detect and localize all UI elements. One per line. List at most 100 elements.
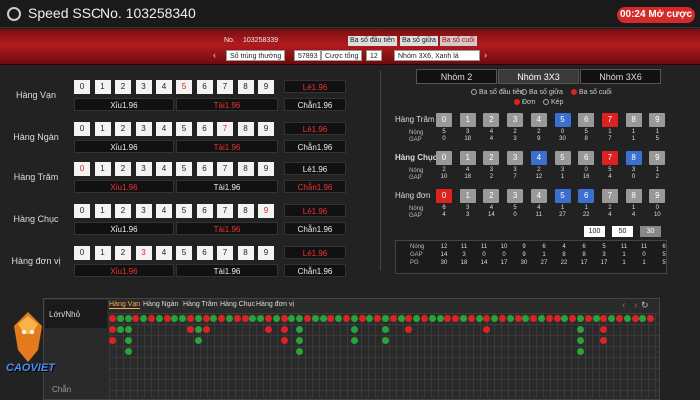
- odd-button[interactable]: Lẻ1.96: [284, 204, 346, 217]
- group-digit-8[interactable]: 8: [625, 113, 642, 127]
- digit-button-7[interactable]: 7: [217, 246, 233, 260]
- small-button[interactable]: Xỉu1.96: [74, 98, 174, 111]
- chevron-left-icon[interactable]: ‹: [213, 50, 216, 60]
- group-digit-5[interactable]: 5: [554, 113, 571, 127]
- group-digit-4[interactable]: 4: [530, 113, 547, 127]
- reload-icon[interactable]: ↻: [641, 300, 649, 311]
- digit-button-1[interactable]: 1: [94, 80, 111, 94]
- digit-button-0[interactable]: 0: [74, 162, 90, 176]
- chevron-right-icon[interactable]: ›: [484, 50, 487, 60]
- tab-hang-chuc[interactable]: Hàng Chục: [220, 301, 255, 308]
- group-digit-1[interactable]: 1: [459, 151, 476, 165]
- group-digit-9[interactable]: 9: [649, 189, 666, 203]
- digit-button-9[interactable]: 9: [258, 162, 274, 176]
- digit-button-1[interactable]: 1: [94, 162, 111, 176]
- digit-button-9[interactable]: 9: [258, 80, 274, 94]
- digit-button-0[interactable]: 0: [74, 122, 90, 136]
- count-100[interactable]: 100: [584, 226, 605, 237]
- digit-button-5[interactable]: 5: [176, 204, 192, 218]
- digit-button-2[interactable]: 2: [115, 246, 131, 260]
- digit-button-2[interactable]: 2: [115, 122, 131, 136]
- digit-button-4[interactable]: 4: [156, 80, 172, 94]
- group-digit-4[interactable]: 4: [530, 151, 547, 165]
- group-digit-6[interactable]: 6: [578, 113, 595, 127]
- digit-button-7[interactable]: 7: [217, 80, 233, 94]
- group-digit-3[interactable]: 3: [507, 151, 524, 165]
- digit-button-4[interactable]: 4: [156, 122, 172, 136]
- option-middle-three[interactable]: Ba số giữa: [521, 89, 563, 96]
- even-button[interactable]: Chẵn1.96: [284, 222, 346, 235]
- digit-button-6[interactable]: 6: [196, 204, 213, 218]
- mode-single[interactable]: Đơn: [514, 99, 536, 106]
- digit-button-4[interactable]: 4: [156, 246, 172, 260]
- digit-button-9[interactable]: 9: [258, 246, 274, 260]
- group-digit-9[interactable]: 9: [649, 113, 666, 127]
- digit-button-8[interactable]: 8: [237, 122, 254, 136]
- even-button[interactable]: Chẵn1.96: [284, 98, 346, 111]
- group-digit-8[interactable]: 8: [625, 151, 642, 165]
- digit-button-0[interactable]: 0: [74, 80, 90, 94]
- group-digit-3[interactable]: 3: [507, 113, 524, 127]
- tab-hang-van[interactable]: Hàng Vạn: [109, 301, 141, 309]
- tab-nhom-2[interactable]: Nhóm 2: [416, 69, 497, 84]
- digit-button-3[interactable]: 3: [135, 122, 152, 136]
- group-digit-7[interactable]: 7: [601, 189, 618, 203]
- small-button[interactable]: Xỉu1.96: [74, 140, 174, 153]
- tab-nhom-3x6[interactable]: Nhóm 3X6: [580, 69, 661, 84]
- tab-hang-ngan[interactable]: Hàng Ngàn: [143, 301, 178, 308]
- chip-first-three[interactable]: Ba số đầu tiên: [348, 36, 397, 46]
- chip-middle-three[interactable]: Ba số giữa: [400, 36, 438, 46]
- digit-button-8[interactable]: 8: [237, 204, 254, 218]
- digit-button-3[interactable]: 3: [135, 204, 152, 218]
- count-30[interactable]: 30: [640, 226, 661, 237]
- big-button[interactable]: Tài1.96: [176, 140, 278, 153]
- digit-button-4[interactable]: 4: [156, 204, 172, 218]
- group-digit-8[interactable]: 8: [625, 189, 642, 203]
- digit-button-1[interactable]: 1: [94, 204, 111, 218]
- refresh-icon[interactable]: [7, 7, 21, 21]
- digit-button-7[interactable]: 7: [217, 122, 233, 136]
- group-digit-6[interactable]: 6: [578, 151, 595, 165]
- big-button[interactable]: Tài1.96: [176, 180, 278, 193]
- group-digit-7[interactable]: 7: [601, 113, 618, 127]
- odd-button[interactable]: Lẻ1.96: [284, 162, 346, 175]
- small-button[interactable]: Xỉu1.96: [74, 264, 174, 277]
- digit-button-5[interactable]: 5: [176, 122, 192, 136]
- digit-button-8[interactable]: 8: [237, 80, 254, 94]
- even-button[interactable]: Chẵn1.96: [284, 140, 346, 153]
- group-digit-2[interactable]: 2: [483, 151, 500, 165]
- even-button[interactable]: Chẵn1.96: [284, 264, 346, 277]
- digit-button-8[interactable]: 8: [237, 246, 254, 260]
- digit-button-7[interactable]: 7: [217, 204, 233, 218]
- prev-icon[interactable]: ‹: [622, 300, 625, 311]
- chip-last-three[interactable]: Ba số cuối: [440, 36, 477, 46]
- digit-button-7[interactable]: 7: [217, 162, 233, 176]
- digit-button-9[interactable]: 9: [258, 204, 274, 218]
- big-button[interactable]: Tài1.96: [176, 98, 278, 111]
- digit-button-1[interactable]: 1: [94, 246, 111, 260]
- next-icon[interactable]: ›: [634, 300, 637, 311]
- digit-button-0[interactable]: 0: [74, 246, 90, 260]
- group-digit-0[interactable]: 0: [436, 151, 452, 165]
- digit-button-3[interactable]: 3: [135, 162, 152, 176]
- digit-button-6[interactable]: 6: [196, 246, 213, 260]
- group-digit-6[interactable]: 6: [578, 189, 595, 203]
- group-digit-7[interactable]: 7: [601, 151, 618, 165]
- group-digit-1[interactable]: 1: [459, 113, 476, 127]
- big-button[interactable]: Tài1.96: [176, 264, 278, 277]
- digit-button-2[interactable]: 2: [115, 162, 131, 176]
- group-digit-5[interactable]: 5: [554, 151, 571, 165]
- odd-button[interactable]: Lẻ1.96: [284, 80, 346, 93]
- tab-nhom-3x3[interactable]: Nhóm 3X3: [498, 69, 579, 84]
- small-button[interactable]: Xỉu1.96: [74, 222, 174, 235]
- digit-button-4[interactable]: 4: [156, 162, 172, 176]
- digit-button-6[interactable]: 6: [196, 122, 213, 136]
- digit-button-3[interactable]: 3: [135, 80, 152, 94]
- digit-button-5[interactable]: 5: [176, 162, 192, 176]
- odd-button[interactable]: Lẻ1.96: [284, 122, 346, 135]
- group-digit-5[interactable]: 5: [554, 189, 571, 203]
- count-50[interactable]: 50: [612, 226, 633, 237]
- digit-button-2[interactable]: 2: [115, 80, 131, 94]
- big-button[interactable]: Tài1.96: [176, 222, 278, 235]
- tab-hang-don-vi[interactable]: Hàng đơn vị: [256, 301, 294, 308]
